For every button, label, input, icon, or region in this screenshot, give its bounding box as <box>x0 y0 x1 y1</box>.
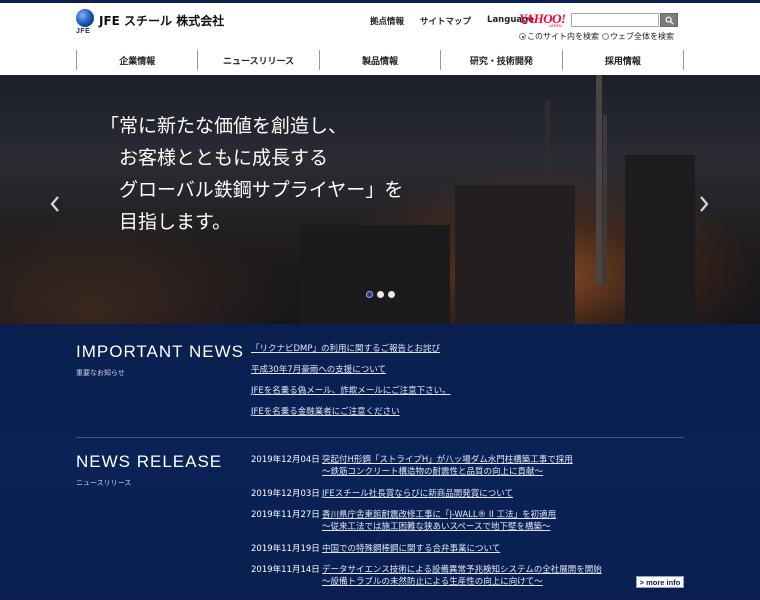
radio-this-site-label: このサイト内を検索 <box>527 32 599 41</box>
nav-item-research[interactable]: 研究・技術開発 <box>440 50 561 70</box>
important-news-list: 「リクナビDMP」の利用に関するご報告とお詫び 平成30年7月豪雨への支援につい… <box>251 345 451 429</box>
jfe-logo-mark-icon <box>76 9 94 27</box>
news-date: 2019年11月27日 <box>251 510 320 520</box>
important-news-title: IMPORTANT NEWS <box>76 342 244 361</box>
news-link[interactable]: データサイエンス技術による設備異常予兆検知システムの全社展開を開始 <box>322 565 602 576</box>
important-news-subtitle: 重要なお知らせ <box>76 369 125 377</box>
factory-silhouette <box>455 185 575 324</box>
logo-jfe-text: JFE <box>76 28 91 35</box>
site-header: JFE JFE スチール 株式会社 拠点情報 サイトマップ Language Y… <box>0 3 760 75</box>
site-logo[interactable]: JFE JFE スチール 株式会社 <box>76 9 224 39</box>
factory-silhouette <box>625 155 695 324</box>
news-link-subline[interactable]: ～鉄筋コンクリート構造物の耐震性と品質の向上に貢献～ <box>322 467 543 478</box>
news-date: 2019年11月14日 <box>251 565 320 575</box>
hero-next-button[interactable] <box>697 195 711 213</box>
slider-dot[interactable] <box>377 291 384 298</box>
util-link-locations[interactable]: 拠点情報 <box>370 15 404 27</box>
important-news-link[interactable]: JFEを名乗る偽メール、詐欺メールにご注意下さい。 <box>251 387 451 396</box>
hero-copy: 「常に新たな価値を創造し、 お客様とともに成長する グローバル鉄鋼サプライヤー」… <box>100 115 404 233</box>
util-link-sitemap[interactable]: サイトマップ <box>420 15 471 27</box>
news-date: 2019年12月04日 <box>251 455 320 465</box>
utility-links: 拠点情報 サイトマップ Language <box>370 15 534 27</box>
yahoo-logo-sub: JAPAN <box>549 23 562 28</box>
radio-whole-web-label: ウェブ全体を検索 <box>610 32 674 41</box>
chevron-left-icon <box>50 196 59 212</box>
search-icon <box>664 15 674 25</box>
search-box: YAHOO! JAPAN このサイト内を検索 ウェブ全体を検索 <box>519 11 679 47</box>
news-link-subline[interactable]: ～設備トラブルの未然防止による生産性の向上に向けて～ <box>322 577 543 588</box>
global-nav: 企業情報 ニュースリリース 製品情報 研究・技術開発 採用情報 <box>76 50 685 70</box>
radio-unselected-icon <box>602 33 609 40</box>
search-input[interactable] <box>571 13 659 27</box>
news-link[interactable]: 香川県庁舎東館耐震改修工事に「J-WALL® II 工法」を初適用 <box>322 510 556 521</box>
important-news-link[interactable]: 「リクナビDMP」の利用に関するご報告とお詫び <box>251 345 451 354</box>
section-divider <box>76 437 684 438</box>
nav-item-recruit[interactable]: 採用情報 <box>561 50 685 70</box>
factory-silhouette <box>300 225 450 324</box>
news-link[interactable]: 中国での特殊鋼棒鋼に関する合弁事業について <box>322 544 500 555</box>
hero-slider: 「常に新たな価値を創造し、 お客様とともに成長する グローバル鉄鋼サプライヤー」… <box>0 75 760 324</box>
nav-item-company[interactable]: 企業情報 <box>76 50 197 70</box>
chimney-silhouette <box>596 75 602 285</box>
hero-prev-button[interactable] <box>48 195 62 213</box>
chimney-silhouette <box>603 115 607 285</box>
chevron-right-icon <box>700 196 709 212</box>
nav-item-news[interactable]: ニュースリリース <box>197 50 318 70</box>
news-date: 2019年12月03日 <box>251 489 320 499</box>
news-release-title: NEWS RELEASE <box>76 452 223 471</box>
slider-dot[interactable] <box>366 291 373 298</box>
news-link[interactable]: JFEスチール社長賞ならびに新商品開発賞について <box>322 489 513 500</box>
news-release-subtitle: ニュースリリース <box>76 479 132 487</box>
search-button[interactable] <box>660 13 678 27</box>
news-link[interactable]: 突起付H形鋼「ストライプH」が八ッ場ダム水門柱構築工事で採用 <box>322 455 573 466</box>
slider-dot[interactable] <box>388 291 395 298</box>
important-news-link[interactable]: JFEを名乗る金融業者にご注意ください <box>251 408 451 417</box>
search-scope-options: このサイト内を検索 ウェブ全体を検索 <box>519 31 674 42</box>
more-info-button[interactable]: > more info <box>636 576 684 588</box>
slider-dots <box>366 291 395 298</box>
company-name: JFE スチール 株式会社 <box>99 14 225 28</box>
news-date: 2019年11月19日 <box>251 544 320 554</box>
radio-this-site[interactable]: このサイト内を検索 <box>519 31 599 42</box>
news-link-subline[interactable]: ～従来工法では施工困難な狭あいスペースで地下壁を構築～ <box>322 522 550 533</box>
nav-item-products[interactable]: 製品情報 <box>318 50 440 70</box>
important-news-link[interactable]: 平成30年7月豪雨への支援について <box>251 366 451 375</box>
radio-selected-icon <box>519 33 526 40</box>
radio-whole-web[interactable]: ウェブ全体を検索 <box>602 31 674 42</box>
